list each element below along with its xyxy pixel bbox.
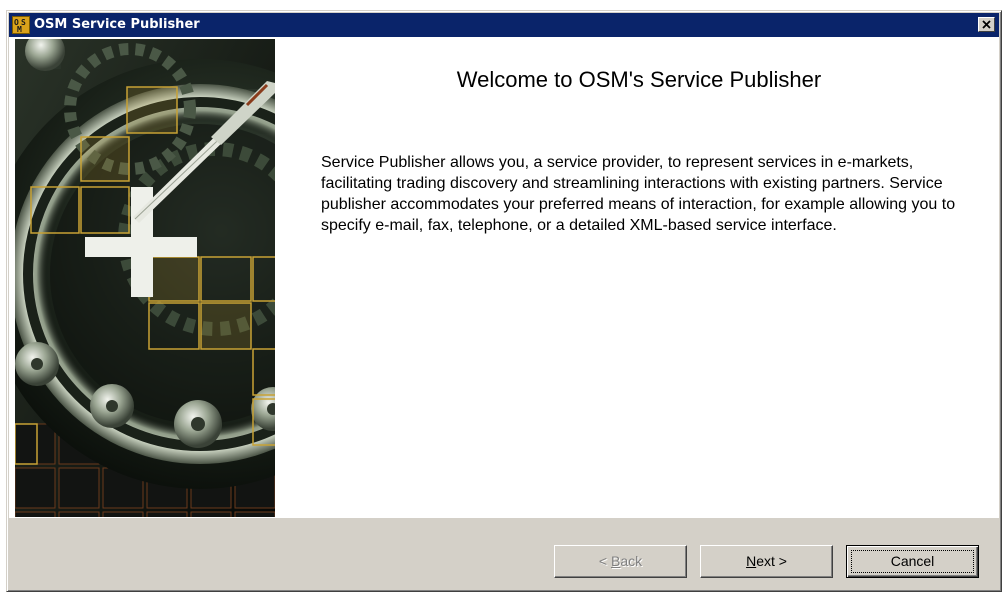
svg-text:M: M <box>17 25 22 33</box>
close-button[interactable] <box>978 17 995 32</box>
osm-app-icon: O S M <box>12 16 30 34</box>
back-button-prefix: < <box>598 553 611 569</box>
wizard-content: Welcome to OSM's Service Publisher Servi… <box>9 37 999 522</box>
back-button-accel: B <box>610 553 621 569</box>
welcome-description: Service Publisher allows you, a service … <box>321 154 956 234</box>
next-button-rest: ext > <box>756 553 787 569</box>
cancel-button[interactable]: Cancel <box>846 545 979 578</box>
next-button[interactable]: Next > <box>700 545 833 578</box>
next-button-accel: N <box>746 553 757 569</box>
welcome-title: Welcome to OSM's Service Publisher <box>456 67 822 92</box>
title-bar[interactable]: O S M OSM Service Publisher <box>9 13 999 37</box>
back-button-rest: ack <box>620 553 643 569</box>
close-icon <box>982 20 991 29</box>
window-title: OSM Service Publisher <box>34 17 200 32</box>
cancel-button-label: Cancel <box>890 553 935 569</box>
wizard-window: O S M OSM Service Publisher Welcome to O… <box>6 10 1002 592</box>
wizard-button-bar: < Back Next > Cancel <box>9 517 999 590</box>
back-button[interactable]: < Back <box>554 545 687 578</box>
wizard-banner-image <box>15 39 275 522</box>
